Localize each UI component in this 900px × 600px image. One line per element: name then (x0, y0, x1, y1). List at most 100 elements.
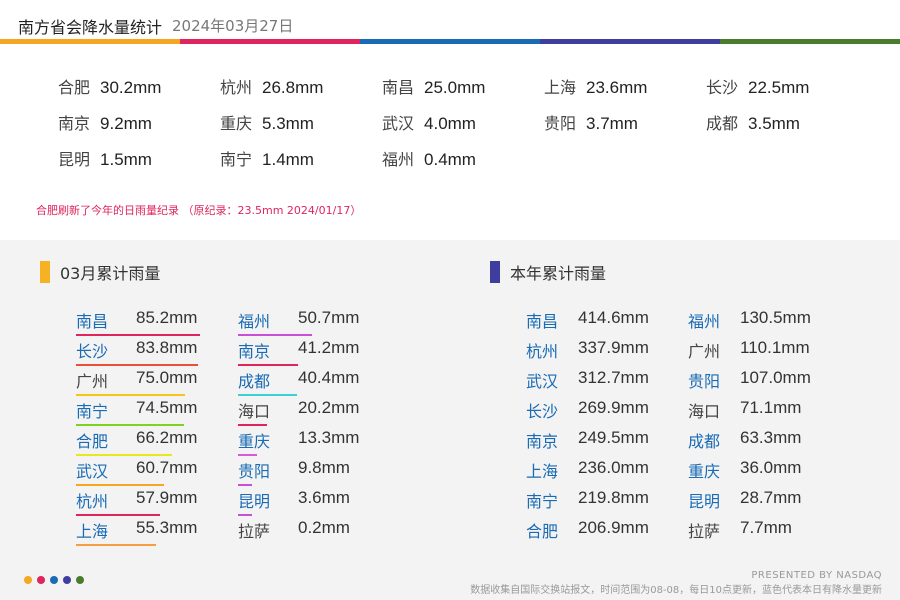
daily-value: 25.0mm (424, 78, 486, 97)
ranking-bar (76, 514, 160, 516)
ranking-bar (238, 454, 258, 456)
ranking-value: 20.2mm (298, 398, 360, 417)
daily-value: 4.0mm (424, 114, 476, 133)
ranking-value: 83.8mm (136, 338, 198, 357)
ranking-value: 36.0mm (740, 458, 802, 477)
daily-city: 合肥 (58, 78, 91, 97)
monthly-title-marker (40, 261, 50, 283)
ranking-item: 广州 75.0mm (76, 368, 206, 396)
ranking-value: 74.5mm (136, 398, 198, 417)
ranking-city: 南昌 (76, 312, 109, 331)
ranking-value: 57.9mm (136, 488, 198, 507)
record-note: 合肥刷新了今年的日雨量纪录 （原纪录：23.5mm 2024/01/17） (36, 204, 362, 217)
ranking-value: 206.9mm (578, 518, 649, 537)
monthly-section-title: 03月累计雨量 (40, 260, 160, 284)
ranking-item: 长沙 83.8mm (76, 338, 206, 366)
ranking-item: 南京 41.2mm (238, 338, 368, 366)
ranking-item: 合肥 66.2mm (76, 428, 206, 456)
ranking-city: 福州 (688, 312, 721, 331)
daily-value: 9.2mm (100, 114, 152, 133)
ranking-city: 成都 (238, 372, 271, 391)
ranking-item: 南京 249.5mm (526, 428, 656, 456)
color-bar-segment (180, 39, 360, 44)
daily-value: 30.2mm (100, 78, 162, 97)
daily-city: 昆明 (58, 150, 91, 169)
daily-city: 贵阳 (544, 114, 577, 133)
daily-item: 贵阳 3.7mm (544, 110, 638, 134)
ranking-item: 昆明 3.6mm (238, 488, 368, 516)
color-dot (37, 576, 45, 584)
daily-city: 南宁 (220, 150, 253, 169)
daily-item: 武汉 4.0mm (382, 110, 476, 134)
ranking-city: 福州 (238, 312, 271, 331)
page-title: 南方省会降水量统计 (18, 18, 163, 37)
daily-item: 南宁 1.4mm (220, 146, 314, 170)
ranking-bar (76, 484, 164, 486)
ranking-value: 85.2mm (136, 308, 198, 327)
ranking-city: 重庆 (688, 462, 721, 481)
ranking-item: 福州 130.5mm (688, 308, 818, 336)
ranking-value: 107.0mm (740, 368, 811, 387)
color-bar-segment (360, 39, 540, 44)
daily-item: 昆明 1.5mm (58, 146, 152, 170)
ranking-value: 75.0mm (136, 368, 198, 387)
ranking-city: 杭州 (76, 492, 109, 511)
ranking-item: 海口 71.1mm (688, 398, 818, 426)
ranking-value: 337.9mm (578, 338, 649, 357)
ranking-bar (76, 424, 185, 426)
ranking-value: 66.2mm (136, 428, 198, 447)
ranking-city: 南昌 (526, 312, 559, 331)
color-dot (76, 576, 84, 584)
ranking-value: 63.3mm (740, 428, 802, 447)
ranking-item: 南昌 414.6mm (526, 308, 656, 336)
color-bar-segment (540, 39, 720, 44)
ranking-city: 昆明 (238, 492, 271, 511)
ranking-city: 南京 (526, 432, 559, 451)
ranking-value: 110.1mm (740, 338, 810, 357)
daily-city: 杭州 (220, 78, 253, 97)
ranking-item: 杭州 57.9mm (76, 488, 206, 516)
header: 南方省会降水量统计 2024年03月27日 (0, 0, 900, 40)
ranking-city: 南宁 (526, 492, 559, 511)
ranking-item: 长沙 269.9mm (526, 398, 656, 426)
ranking-item: 贵阳 9.8mm (238, 458, 368, 486)
color-dot (24, 576, 32, 584)
ranking-item: 成都 40.4mm (238, 368, 368, 396)
page-date: 2024年03月27日 (172, 17, 294, 35)
ranking-item: 南宁 219.8mm (526, 488, 656, 516)
daily-value: 0.4mm (424, 150, 476, 169)
ranking-bar (238, 484, 253, 486)
color-dot (63, 576, 71, 584)
ranking-value: 3.6mm (298, 488, 350, 507)
ranking-value: 7.7mm (740, 518, 792, 537)
daily-item: 重庆 5.3mm (220, 110, 314, 134)
ranking-value: 50.7mm (298, 308, 360, 327)
ranking-value: 249.5mm (578, 428, 649, 447)
ranking-city: 合肥 (76, 432, 109, 451)
ranking-item: 广州 110.1mm (688, 338, 818, 366)
color-bar-segment (0, 39, 180, 44)
presented-by: PRESENTED BY NASDAQ (751, 570, 882, 581)
daily-value: 5.3mm (262, 114, 314, 133)
daily-city: 福州 (382, 150, 415, 169)
ranking-city: 上海 (526, 462, 559, 481)
ranking-city: 重庆 (238, 432, 271, 451)
color-dots (24, 576, 84, 584)
color-dot (50, 576, 58, 584)
ranking-item: 昆明 28.7mm (688, 488, 818, 516)
ranking-item: 合肥 206.9mm (526, 518, 656, 546)
ranking-bar (76, 544, 157, 546)
daily-value: 23.6mm (586, 78, 648, 97)
daily-item: 上海 23.6mm (544, 74, 647, 98)
ranking-value: 71.1mm (740, 398, 802, 417)
daily-item: 南昌 25.0mm (382, 74, 485, 98)
ranking-city: 海口 (688, 402, 721, 421)
ranking-city: 南宁 (76, 402, 109, 421)
ranking-value: 0.2mm (298, 518, 350, 537)
ranking-value: 40.4mm (298, 368, 360, 387)
ranking-city: 广州 (76, 372, 109, 391)
daily-item: 南京 9.2mm (58, 110, 152, 134)
daily-city: 上海 (544, 78, 577, 97)
daily-city: 南京 (58, 114, 91, 133)
color-bar-segment (720, 39, 900, 44)
